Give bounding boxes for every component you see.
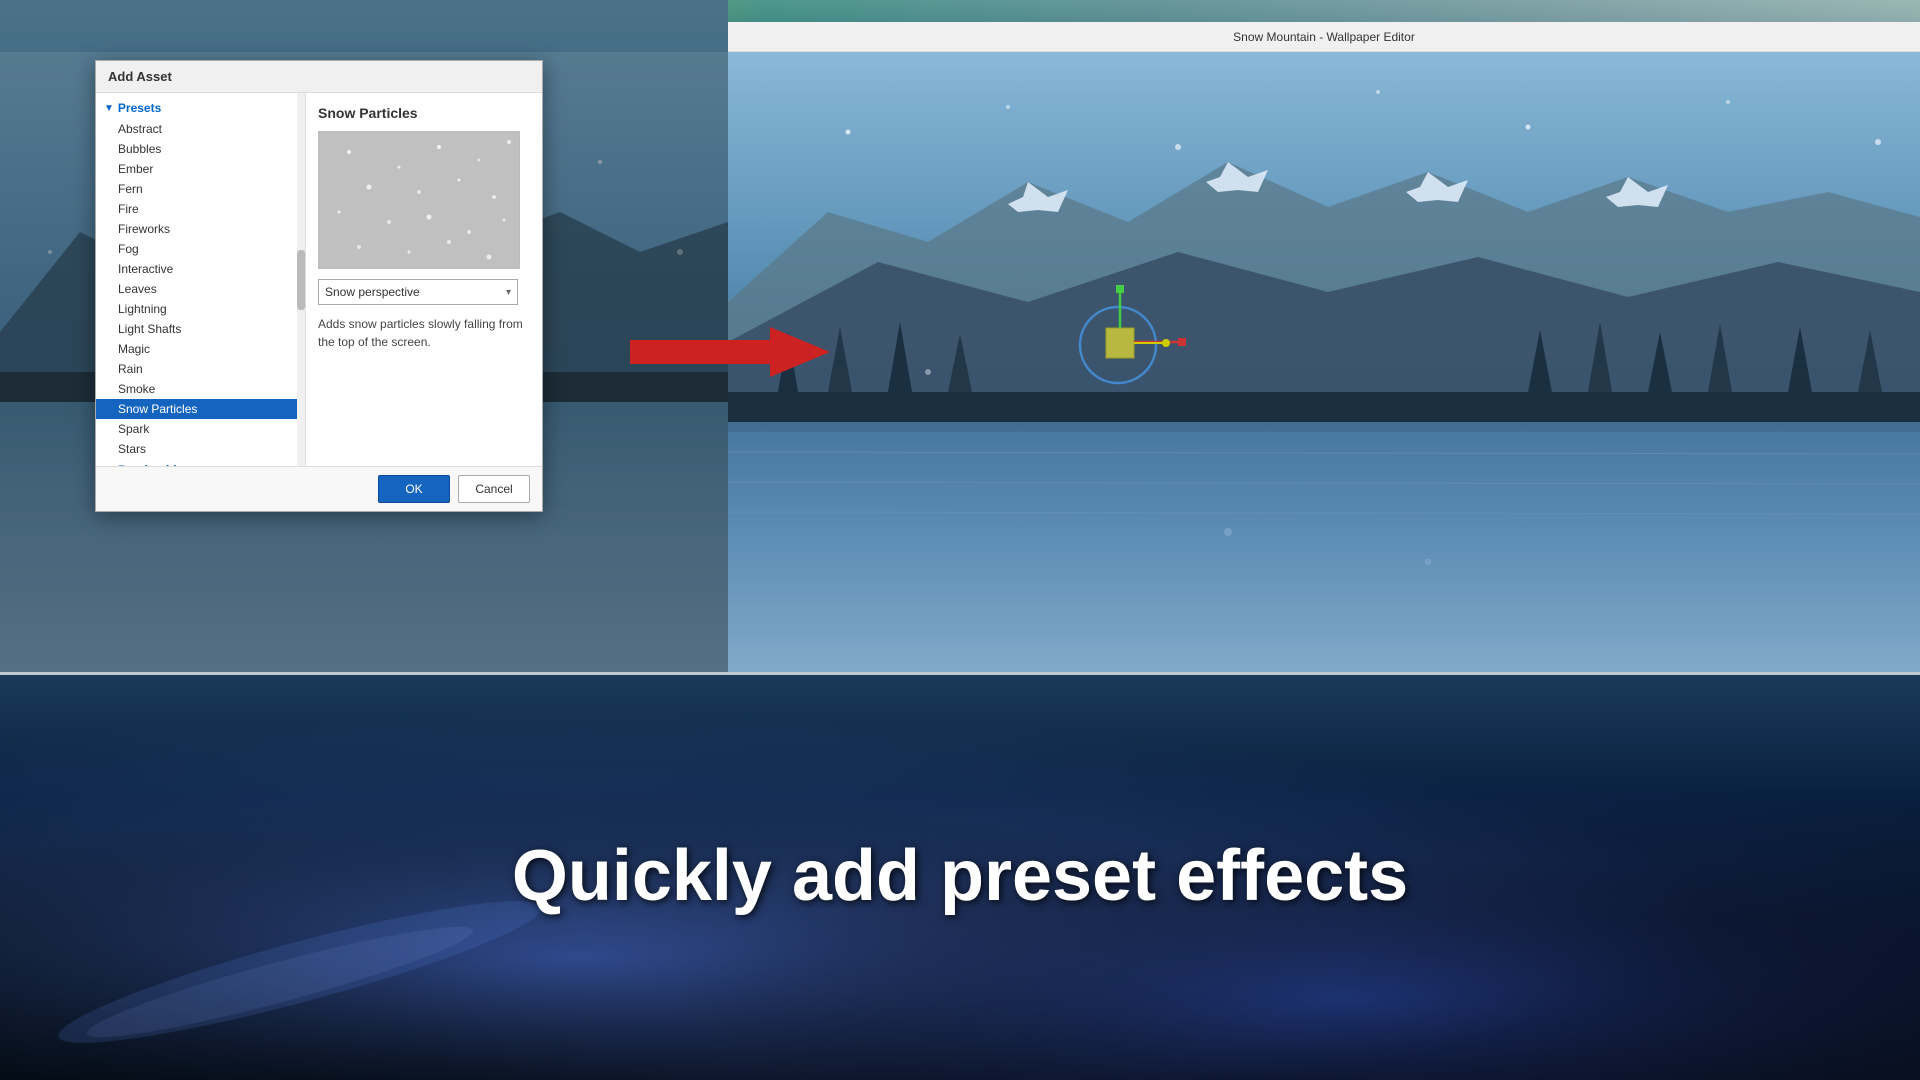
red-arrow [620,312,830,392]
detail-description: Adds snow particles slowly falling from … [318,315,530,351]
list-item-bubbles[interactable]: Bubbles [96,139,305,159]
list-item-smoke[interactable]: Smoke [96,379,305,399]
list-item-fern[interactable]: Fern [96,179,305,199]
list-item-fireworks[interactable]: Fireworks [96,219,305,239]
dialog-title: Add Asset [96,61,542,93]
list-item-rain[interactable]: Rain [96,359,305,379]
preview-svg [319,132,520,269]
list-item-lightning[interactable]: Lightning [96,299,305,319]
dropdown-value: Snow perspective [325,285,420,299]
right-background [728,52,1920,672]
list-item-magic[interactable]: Magic [96,339,305,359]
cancel-button[interactable]: Cancel [458,475,530,503]
variant-dropdown-row: Snow perspective ▾ [318,279,530,305]
dialog-footer: OK Cancel [96,466,542,511]
list-item-spark[interactable]: Spark [96,419,305,439]
bottom-text-area: Quickly add preset effects [0,672,1920,1080]
list-item-interactive[interactable]: Interactive [96,259,305,279]
list-item-abstract[interactable]: Abstract [96,119,305,139]
presets-arrow-icon: ▼ [104,103,114,114]
ok-button[interactable]: OK [378,475,450,503]
list-scroll-thumb[interactable] [297,250,305,310]
renderables-section-header[interactable]: ▼ Renderables [96,459,305,466]
chevron-down-icon: ▾ [506,287,511,298]
asset-list-panel[interactable]: ▼ Presets Abstract Bubbles Ember Fern Fi… [96,93,306,466]
bottom-headline: Quickly add preset effects [512,835,1408,917]
dialog-body: ▼ Presets Abstract Bubbles Ember Fern Fi… [96,93,542,466]
list-item-ember[interactable]: Ember [96,159,305,179]
detail-panel: Snow Particles [306,93,542,466]
list-item-stars[interactable]: Stars [96,439,305,459]
title-right-text: Snow Mountain - Wallpaper Editor [1233,30,1415,44]
list-item-fire[interactable]: Fire [96,199,305,219]
list-item-light-shafts[interactable]: Light Shafts [96,319,305,339]
right-bg-mountains [728,52,1920,672]
detail-title: Snow Particles [318,105,530,121]
renderables-label: Renderables [118,463,190,466]
transform-gizmo [1058,270,1198,410]
list-item-snow-particles[interactable]: Snow Particles [96,399,305,419]
list-item-fog[interactable]: Fog [96,239,305,259]
preview-image [318,131,520,269]
add-asset-dialog: Add Asset ▼ Presets Abstract Bubbles Emb… [95,60,543,512]
background: Snow Mountain - Wallpaper Editor Snow Mo… [0,0,1920,1080]
presets-label: Presets [118,101,161,115]
title-bar-right: Snow Mountain - Wallpaper Editor [728,22,1920,52]
list-item-leaves[interactable]: Leaves [96,279,305,299]
list-scrollbar[interactable] [297,93,305,466]
presets-section-header[interactable]: ▼ Presets [96,97,305,119]
renderables-arrow-icon: ▼ [104,465,114,467]
variant-dropdown[interactable]: Snow perspective ▾ [318,279,518,305]
